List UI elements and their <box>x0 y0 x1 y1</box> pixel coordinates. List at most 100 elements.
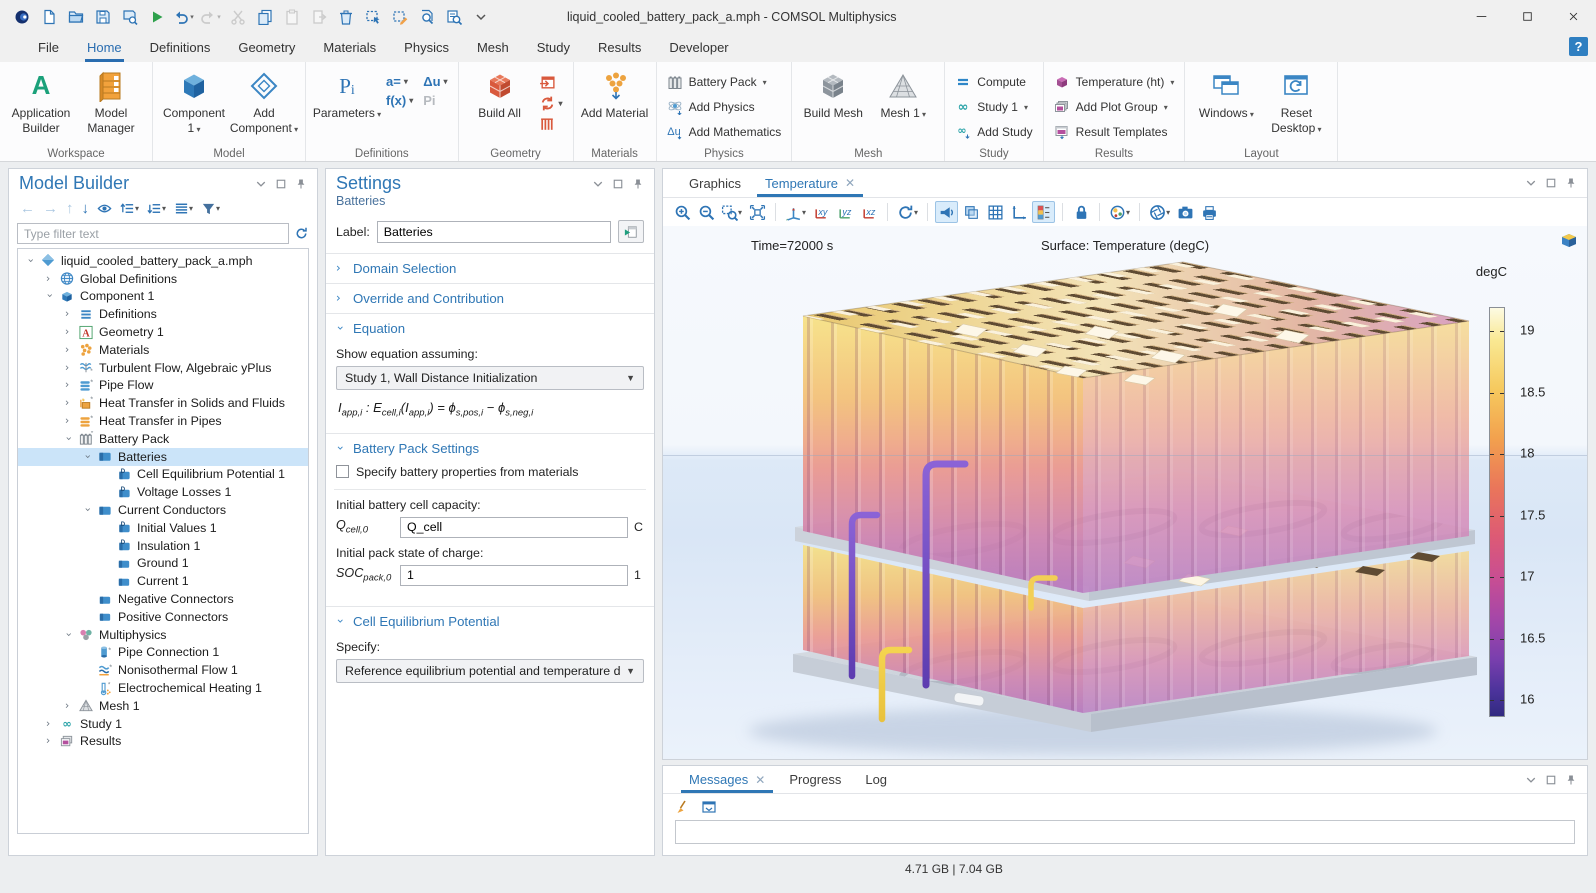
messages-output[interactable] <box>675 820 1575 844</box>
menu-tab-materials[interactable]: Materials <box>309 33 390 62</box>
tree-item-definitions[interactable]: Definitions <box>18 305 308 323</box>
undo-button[interactable]: ▾ <box>172 5 195 28</box>
section-domain-selection[interactable]: Domain Selection <box>326 254 654 283</box>
add-plot-group-menu[interactable]: Add Plot Group▾ <box>1050 97 1179 117</box>
view-cube-icon[interactable] <box>1559 232 1579 248</box>
panel-pin-button[interactable] <box>295 178 307 190</box>
add-material-button[interactable]: Add Material <box>580 66 650 121</box>
model-tree-nodes-button[interactable]: ▾ <box>171 198 196 218</box>
tree-item-liquid-cooled-battery-pack-a-mph[interactable]: liquid_cooled_battery_pack_a.mph <box>18 252 308 270</box>
duplicate-button[interactable] <box>307 5 330 28</box>
model-manager-button[interactable]: Model Manager <box>76 66 146 136</box>
redo-button[interactable]: ▾ <box>199 5 222 28</box>
toolbar-overflow-button[interactable] <box>469 5 492 28</box>
panel-menu-button[interactable] <box>1525 177 1537 189</box>
zoom-to-selection-button[interactable] <box>415 5 438 28</box>
zoom-out-button[interactable] <box>695 201 717 223</box>
chevron-right-icon[interactable] <box>43 737 57 745</box>
panel-menu-button[interactable] <box>1525 774 1537 786</box>
paste-button[interactable] <box>280 5 303 28</box>
search-button[interactable] <box>442 5 465 28</box>
tab-log[interactable]: Log <box>853 766 899 793</box>
component-1-button[interactable]: Component 1 ▾ <box>159 66 229 136</box>
panel-float-button[interactable] <box>275 178 287 190</box>
chevron-down-icon[interactable] <box>43 292 57 300</box>
parameters-button[interactable]: PiParameters ▾ <box>312 66 382 121</box>
tree-item-batteries[interactable]: Batteries <box>18 448 308 466</box>
result-templates-button[interactable]: Result Templates <box>1050 122 1179 142</box>
refresh-icon[interactable] <box>294 226 309 241</box>
chevron-right-icon[interactable] <box>43 275 57 283</box>
tree-filter-input[interactable] <box>17 223 289 244</box>
mesh-1-button[interactable]: Mesh 1 ▾ <box>868 66 938 121</box>
scene-light-button[interactable] <box>935 201 958 223</box>
menu-tab-mesh[interactable]: Mesh <box>463 33 523 62</box>
go-to-xz-view-button[interactable]: xz <box>858 201 880 223</box>
collapse-all-button[interactable]: ▾ <box>144 198 169 218</box>
show-button[interactable] <box>94 198 115 218</box>
transparency-button[interactable] <box>960 201 982 223</box>
chevron-right-icon[interactable] <box>62 346 76 354</box>
open-in-new-window-button[interactable] <box>701 799 717 815</box>
add-study-button[interactable]: ∞Add Study <box>951 122 1036 142</box>
chevron-right-icon[interactable] <box>62 399 76 407</box>
close-button[interactable] <box>1550 0 1596 33</box>
chevron-right-icon[interactable] <box>43 720 57 728</box>
menu-tab-study[interactable]: Study <box>523 33 584 62</box>
menu-tab-home[interactable]: Home <box>73 33 136 62</box>
windows-button[interactable]: Windows ▾ <box>1191 66 1261 121</box>
variables-button[interactable]: a=▾ <box>386 74 413 89</box>
tree-item-component-1[interactable]: Component 1 <box>18 288 308 306</box>
copy-button[interactable] <box>253 5 276 28</box>
reset-desktop-button[interactable]: Reset Desktop ▾ <box>1261 66 1331 136</box>
tree-item-materials[interactable]: Materials <box>18 341 308 359</box>
section-cell-equilibrium-potential[interactable]: Cell Equilibrium Potential <box>326 607 654 636</box>
select-box-button[interactable] <box>361 5 384 28</box>
tree-item-initial-values-1[interactable]: DInitial Values 1 <box>18 519 308 537</box>
chevron-down-icon[interactable] <box>24 257 38 265</box>
maximize-button[interactable] <box>1504 0 1550 33</box>
panel-pin-button[interactable] <box>632 178 644 190</box>
tree-item-current-conductors[interactable]: Current Conductors <box>18 501 308 519</box>
clear-messages-button[interactable] <box>675 799 691 815</box>
print-button[interactable] <box>1198 201 1220 223</box>
tab-messages[interactable]: Messages✕ <box>677 766 777 793</box>
chevron-right-icon[interactable] <box>62 381 76 389</box>
delete-button[interactable] <box>334 5 357 28</box>
add-mathematics-button[interactable]: ΔuAdd Mathematics <box>663 122 786 142</box>
open-button[interactable] <box>64 5 87 28</box>
chevron-right-icon[interactable] <box>62 310 76 318</box>
panel-menu-button[interactable] <box>592 178 604 190</box>
panel-pin-button[interactable] <box>1565 774 1577 786</box>
tree-item-electrochemical-heating-1[interactable]: *Electrochemical Heating 1 <box>18 679 308 697</box>
image-snapshot-button[interactable]: ▾ <box>1147 201 1172 223</box>
go-to-xy-view-button[interactable]: xy <box>810 201 832 223</box>
tree-item-voltage-losses-1[interactable]: DVoltage Losses 1 <box>18 483 308 501</box>
tree-item-positive-connectors[interactable]: Positive Connectors <box>18 608 308 626</box>
tree-item-pipe-connection-1[interactable]: *Pipe Connection 1 <box>18 644 308 662</box>
save-button[interactable] <box>91 5 114 28</box>
section-battery-pack-settings[interactable]: Battery Pack Settings <box>326 434 654 463</box>
show-grid-button[interactable] <box>984 201 1006 223</box>
chevron-right-icon[interactable] <box>62 417 76 425</box>
close-tab-icon[interactable]: ✕ <box>755 773 765 787</box>
chevron-down-icon[interactable] <box>62 631 76 639</box>
battery-pack-menu[interactable]: Battery Pack▾ <box>663 72 786 92</box>
create-node-group-button[interactable] <box>618 220 644 243</box>
menu-tab-file[interactable]: File <box>24 33 73 62</box>
tree-item-heat-transfer-in-solids-and-fluids[interactable]: *Heat Transfer in Solids and Fluids <box>18 394 308 412</box>
add-physics-button[interactable]: Add Physics <box>663 97 786 117</box>
tab-temperature[interactable]: Temperature✕ <box>753 169 867 197</box>
menu-tab-geometry[interactable]: Geometry <box>224 33 309 62</box>
parts-button[interactable] <box>539 116 563 133</box>
study-1-menu[interactable]: ∞Study 1▾ <box>951 97 1036 117</box>
section-override-contribution[interactable]: Override and Contribution <box>326 284 654 313</box>
chevron-down-icon[interactable] <box>62 435 76 443</box>
filter-button[interactable]: ▾ <box>198 198 223 218</box>
zoom-box-button[interactable]: ▾ <box>719 201 744 223</box>
plot-canvas[interactable]: Time=72000 s Surface: Temperature (degC)… <box>663 226 1587 759</box>
nonlocal-couplings-button[interactable]: Δu▾ <box>423 74 447 89</box>
build-mesh-button[interactable]: Build Mesh <box>798 66 868 121</box>
tree-item-global-definitions[interactable]: Global Definitions <box>18 270 308 288</box>
chevron-right-icon[interactable] <box>62 364 76 372</box>
